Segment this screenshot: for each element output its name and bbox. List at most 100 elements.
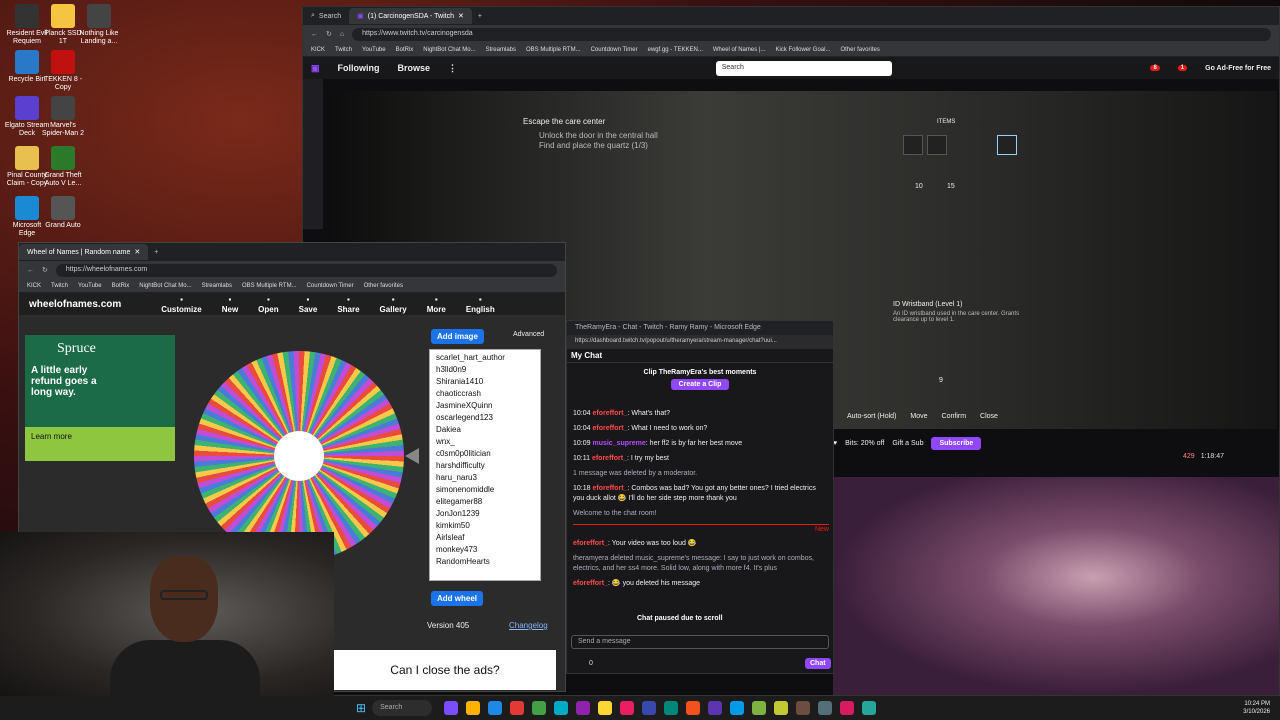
toolbar-button[interactable]: ▪ New	[222, 295, 238, 314]
taskbar-app-icon[interactable]	[510, 701, 525, 715]
url-field[interactable]: https://wheelofnames.com	[55, 263, 557, 277]
subscribe-button[interactable]: Subscribe	[931, 436, 982, 450]
toolbar-button[interactable]: ▪ Share	[337, 295, 359, 314]
taskbar-app-icon[interactable]	[840, 701, 855, 715]
bits-button[interactable]: Bits: 20% off	[845, 440, 884, 447]
whisper-badge[interactable]: 1	[1177, 65, 1188, 71]
taskbar-app-icon[interactable]	[488, 701, 503, 715]
ad-learn-more[interactable]: Learn more	[25, 427, 175, 461]
back-icon[interactable]: ←	[311, 31, 318, 38]
twitch-logo-icon[interactable]: ▣	[311, 63, 320, 74]
chat-username[interactable]: eforeffort_	[573, 540, 608, 547]
taskbar-app-icon[interactable]	[664, 701, 679, 715]
taskbar-app-icon[interactable]	[796, 701, 811, 715]
name-wheel[interactable]	[194, 351, 404, 561]
close-icon[interactable]: ✕	[134, 248, 140, 256]
toolbar-button[interactable]: ▪ Open	[258, 295, 278, 314]
add-image-button[interactable]: Add image	[431, 329, 484, 344]
clock[interactable]: 10:24 PM 3/10/2026	[1243, 700, 1270, 716]
bookmark-item[interactable]: BotRix	[396, 47, 414, 53]
channel-points[interactable]: 0	[589, 660, 593, 667]
taskbar-app-icon[interactable]	[576, 701, 591, 715]
taskbar-app-icon[interactable]	[708, 701, 723, 715]
bookmark-item[interactable]: Streamlabs	[486, 47, 516, 53]
advertisement[interactable]: Spruce A little early refund goes a long…	[25, 335, 175, 461]
chat-username[interactable]: music_supreme	[592, 440, 645, 447]
chat-username[interactable]: eforeffort_	[592, 425, 627, 432]
tab-search[interactable]: ⌕ Search	[303, 8, 349, 24]
bookmark-item[interactable]: Twitch	[335, 47, 352, 53]
refresh-icon[interactable]: ↻	[326, 30, 332, 38]
bookmark-item[interactable]: Kick Follower Goal...	[775, 47, 830, 53]
search-input[interactable]: Search	[715, 60, 892, 76]
wheel-center[interactable]	[274, 431, 324, 481]
nav-following[interactable]: Following	[338, 63, 380, 73]
chat-username[interactable]: eforeffort_	[592, 410, 627, 417]
gift-sub-button[interactable]: Gift a Sub	[892, 440, 923, 447]
bookmark-item[interactable]: YouTube	[362, 47, 386, 53]
taskbar-app-icon[interactable]	[466, 701, 481, 715]
url-field[interactable]: https://www.twitch.tv/carcinogensda	[352, 27, 1271, 41]
bookmark-item[interactable]: KICK	[311, 47, 325, 53]
bookmark-item[interactable]: KICK	[27, 283, 41, 289]
back-icon[interactable]: ←	[27, 267, 34, 274]
toolbar-button[interactable]: ▪ Save	[299, 295, 318, 314]
tab-wheel[interactable]: Wheel of Names | Random name ✕	[19, 244, 149, 260]
more-icon[interactable]: ⋮	[448, 63, 457, 74]
chat-input[interactable]: Send a message	[571, 635, 829, 649]
new-tab-button[interactable]: +	[148, 249, 164, 256]
taskbar-app-icon[interactable]	[532, 701, 547, 715]
taskbar-app-icon[interactable]	[752, 701, 767, 715]
desktop-icon[interactable]: Grand Auto	[40, 196, 86, 230]
ad-free-link[interactable]: Go Ad-Free for Free	[1205, 65, 1271, 72]
bookmark-item[interactable]: Countdown Timer	[307, 283, 354, 289]
chat-username[interactable]: eforeffort_	[592, 485, 627, 492]
bookmark-item[interactable]: NightBot Chat Mo...	[423, 47, 475, 53]
toolbar-button[interactable]: ▪ More	[427, 295, 446, 314]
bookmark-item[interactable]: Other favorites	[364, 283, 403, 289]
bookmark-item[interactable]: Streamlabs	[202, 283, 232, 289]
bookmark-item[interactable]: OBS Multiple RTM...	[242, 283, 297, 289]
taskbar-app-icon[interactable]	[620, 701, 635, 715]
tab-twitch[interactable]: ▣ (1) CarcinogenSDA - Twitch ✕	[349, 8, 472, 24]
taskbar-app-icon[interactable]	[598, 701, 613, 715]
bookmark-item[interactable]: Twitch	[51, 283, 68, 289]
add-wheel-button[interactable]: Add wheel	[431, 591, 484, 606]
advanced-checkbox[interactable]: Advanced	[513, 331, 544, 338]
bookmark-item[interactable]: YouTube	[78, 283, 102, 289]
names-textarea[interactable]: scarlet_hart_author h3lld0n9 Shirania1410 c…	[429, 349, 541, 581]
taskbar-app-icon[interactable]	[444, 701, 459, 715]
chat-username[interactable]: eforeffort_	[573, 580, 608, 587]
changelog-link[interactable]: Changelog	[509, 621, 548, 630]
windows-start-icon[interactable]: ⊞	[356, 701, 366, 715]
bookmark-item[interactable]: NightBot Chat Mo...	[139, 283, 191, 289]
bookmark-item[interactable]: Wheel of Names |...	[713, 47, 766, 53]
taskbar-app-icon[interactable]	[730, 701, 745, 715]
taskbar-app-icon[interactable]	[774, 701, 789, 715]
close-icon[interactable]: ✕	[458, 12, 464, 20]
desktop-icon[interactable]: TEKKEN 8 - Copy	[40, 50, 86, 92]
site-logo[interactable]: wheelofnames.com	[29, 299, 121, 310]
bookmark-item[interactable]: BotRix	[112, 283, 130, 289]
desktop-icon[interactable]: Nothing Like Landing a...	[76, 4, 122, 46]
bookmark-item[interactable]: OBS Multiple RTM...	[526, 47, 581, 53]
nav-browse[interactable]: Browse	[398, 63, 431, 73]
bookmark-item[interactable]: Other favorites	[840, 47, 879, 53]
refresh-icon[interactable]: ↻	[42, 266, 48, 274]
taskbar-app-icon[interactable]	[642, 701, 657, 715]
notification-badge[interactable]: 8	[1150, 65, 1160, 71]
toolbar-button[interactable]: ▪ English	[466, 295, 495, 314]
taskbar-app-icon[interactable]	[554, 701, 569, 715]
chat-send-button[interactable]: Chat	[805, 658, 831, 669]
toolbar-button[interactable]: ▪ Customize	[161, 295, 201, 314]
taskbar-app-icon[interactable]	[686, 701, 701, 715]
taskbar-app-icon[interactable]	[818, 701, 833, 715]
chat-paused-notice[interactable]: Chat paused due to scroll	[637, 615, 723, 622]
desktop-icon[interactable]: Marvel's Spider-Man 2	[40, 96, 86, 138]
taskbar-app-icon[interactable]	[862, 701, 877, 715]
toolbar-button[interactable]: ▪ Gallery	[380, 295, 407, 314]
desktop-icon[interactable]: Grand Theft Auto V Le...	[40, 146, 86, 188]
new-tab-button[interactable]: +	[472, 13, 488, 20]
bookmark-item[interactable]: Countdown Timer	[591, 47, 638, 53]
url-field[interactable]: https://dashboard.twitch.tv/popout/u/the…	[567, 335, 833, 349]
